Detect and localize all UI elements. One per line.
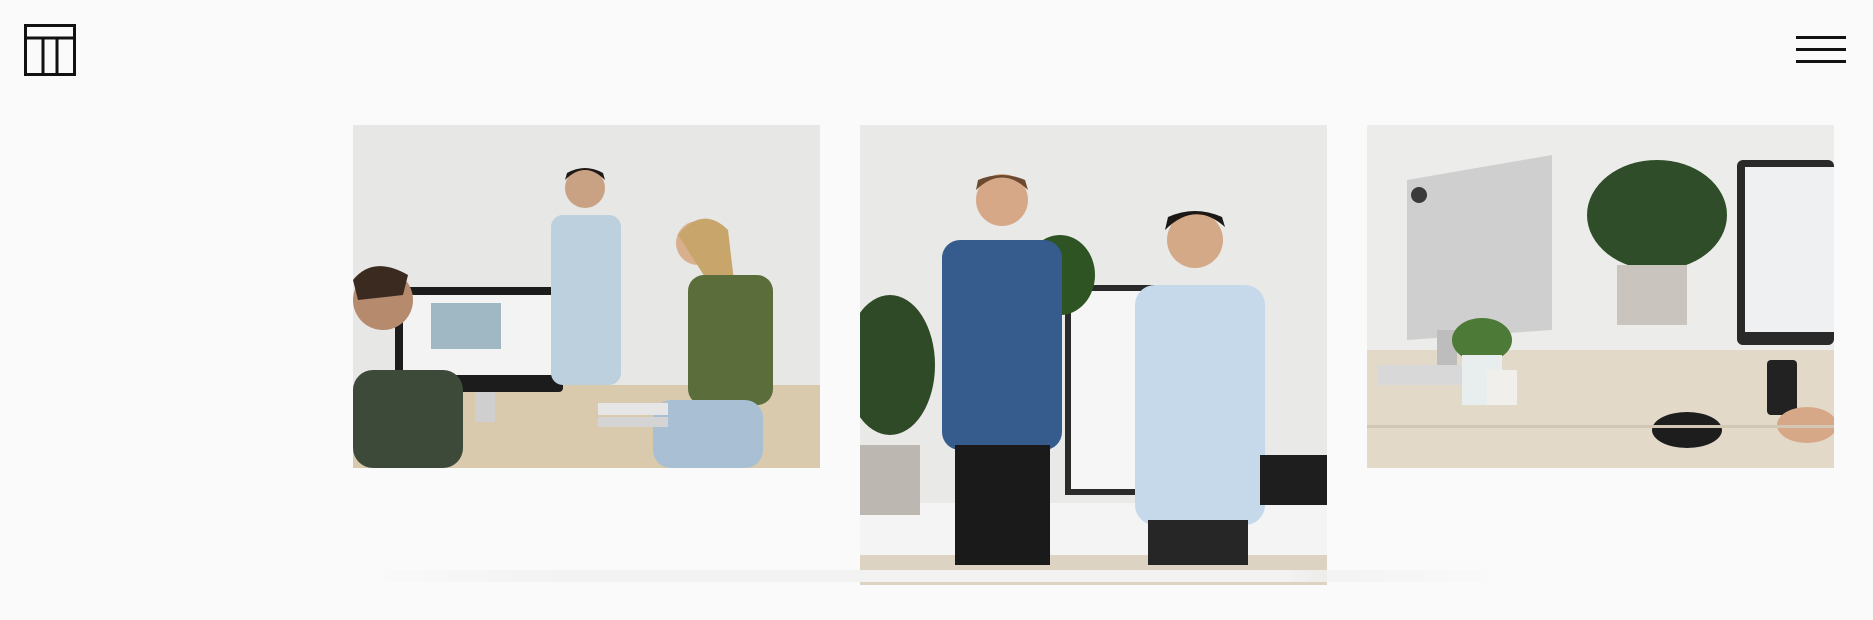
page	[0, 0, 1873, 620]
gallery-photo-desk-setup[interactable]	[1367, 125, 1834, 468]
desk-setup-photo-icon	[1367, 125, 1834, 468]
two-men-photo-icon	[860, 125, 1327, 585]
scroll-strip	[353, 570, 1520, 582]
home-logo-link[interactable]	[24, 24, 76, 76]
team-meeting-photo-icon	[353, 125, 820, 468]
gallery-photo-two-men[interactable]	[860, 125, 1327, 585]
hamburger-menu-button[interactable]	[1796, 34, 1848, 66]
menu-bar-icon	[1796, 60, 1846, 63]
t-logo-icon	[24, 24, 76, 76]
gallery-photo-team-meeting[interactable]	[353, 125, 820, 468]
menu-bar-icon	[1796, 36, 1846, 39]
menu-bar-icon	[1796, 48, 1846, 51]
